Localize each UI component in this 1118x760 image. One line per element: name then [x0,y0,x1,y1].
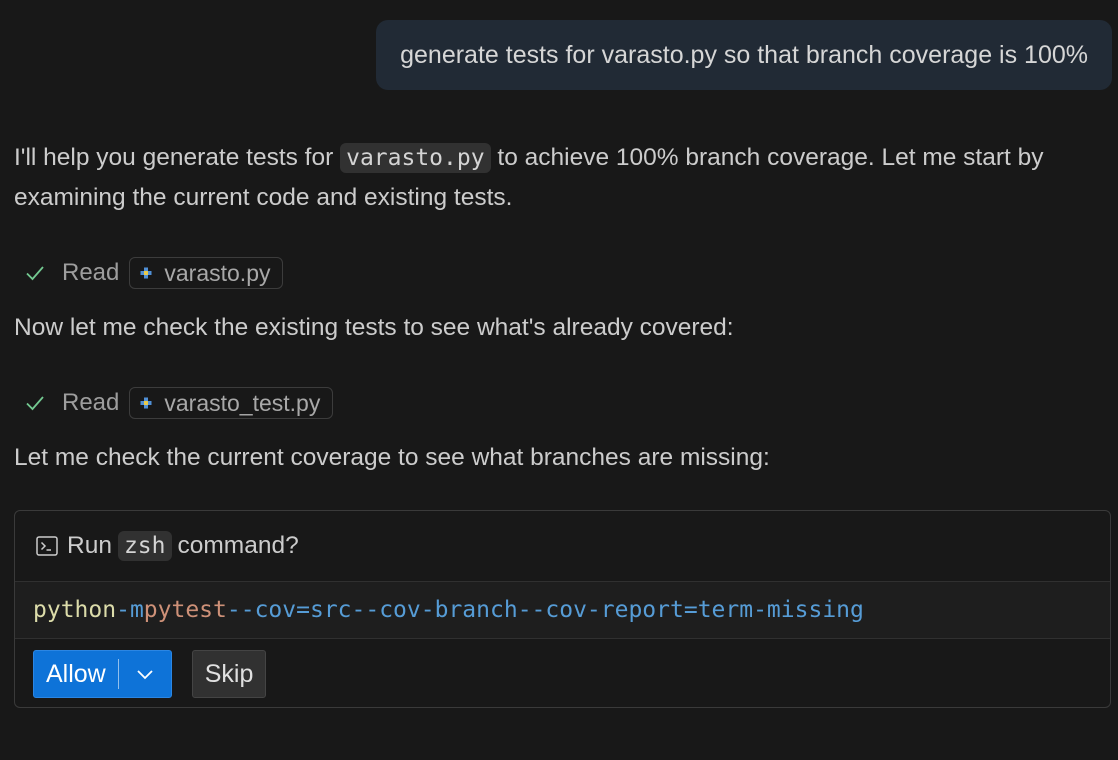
intro-text-before: I'll help you generate tests for [14,144,341,171]
run-command-header: Run zsh command? [15,511,1110,581]
file-chip-varasto-test[interactable]: varasto_test.py [129,387,334,419]
assistant-intro-text: I'll help you generate tests for varasto… [14,138,1094,218]
check-icon [26,266,44,281]
inline-code-filename: varasto.py [340,143,491,173]
command-text: python -m pytest --cov=src --cov-branch … [15,581,1110,639]
user-message-text: generate tests for varasto.py so that br… [400,40,1088,69]
shell-name: zsh [117,531,172,561]
run-label: Run [67,532,112,559]
chat-panel: generate tests for varasto.py so that br… [0,0,1118,760]
tool-read-row: Read varasto.py [22,256,284,290]
assistant-check-coverage-text: Let me check the current coverage to see… [14,444,770,471]
command-token-flag: --cov-branch [351,597,518,623]
file-chip-varasto[interactable]: varasto.py [129,257,284,289]
command-token-module: pytest [143,597,227,623]
run-command-confirmation: Run zsh command? python -m pytest --cov=… [14,510,1111,708]
terminal-icon [36,536,58,556]
python-file-icon [140,397,152,409]
command-actions: Allow Skip [15,639,1110,707]
command-token-flag: --cov=src [226,597,352,623]
allow-options-dropdown[interactable] [119,650,171,698]
command-token-program: python [33,597,117,623]
file-chip-label: varasto_test.py [164,389,321,416]
allow-button[interactable]: Allow [33,650,172,698]
user-message-bubble: generate tests for varasto.py so that br… [376,20,1112,90]
assistant-check-tests-text: Now let me check the existing tests to s… [14,314,734,341]
skip-button[interactable]: Skip [191,650,267,698]
command-token-flag: -m [116,597,144,623]
file-chip-label: varasto.py [164,259,271,286]
command-token-flag: --cov-report=term-missing [517,597,864,623]
skip-button-label[interactable]: Skip [205,660,254,689]
command-question: command? [177,532,299,559]
check-icon [26,396,44,411]
allow-button-label[interactable]: Allow [34,660,118,689]
tool-read-label: Read [62,259,120,286]
chevron-down-icon [137,670,153,680]
tool-read-row: Read varasto_test.py [22,386,334,420]
tool-read-label: Read [62,389,120,416]
python-file-icon [140,267,152,279]
